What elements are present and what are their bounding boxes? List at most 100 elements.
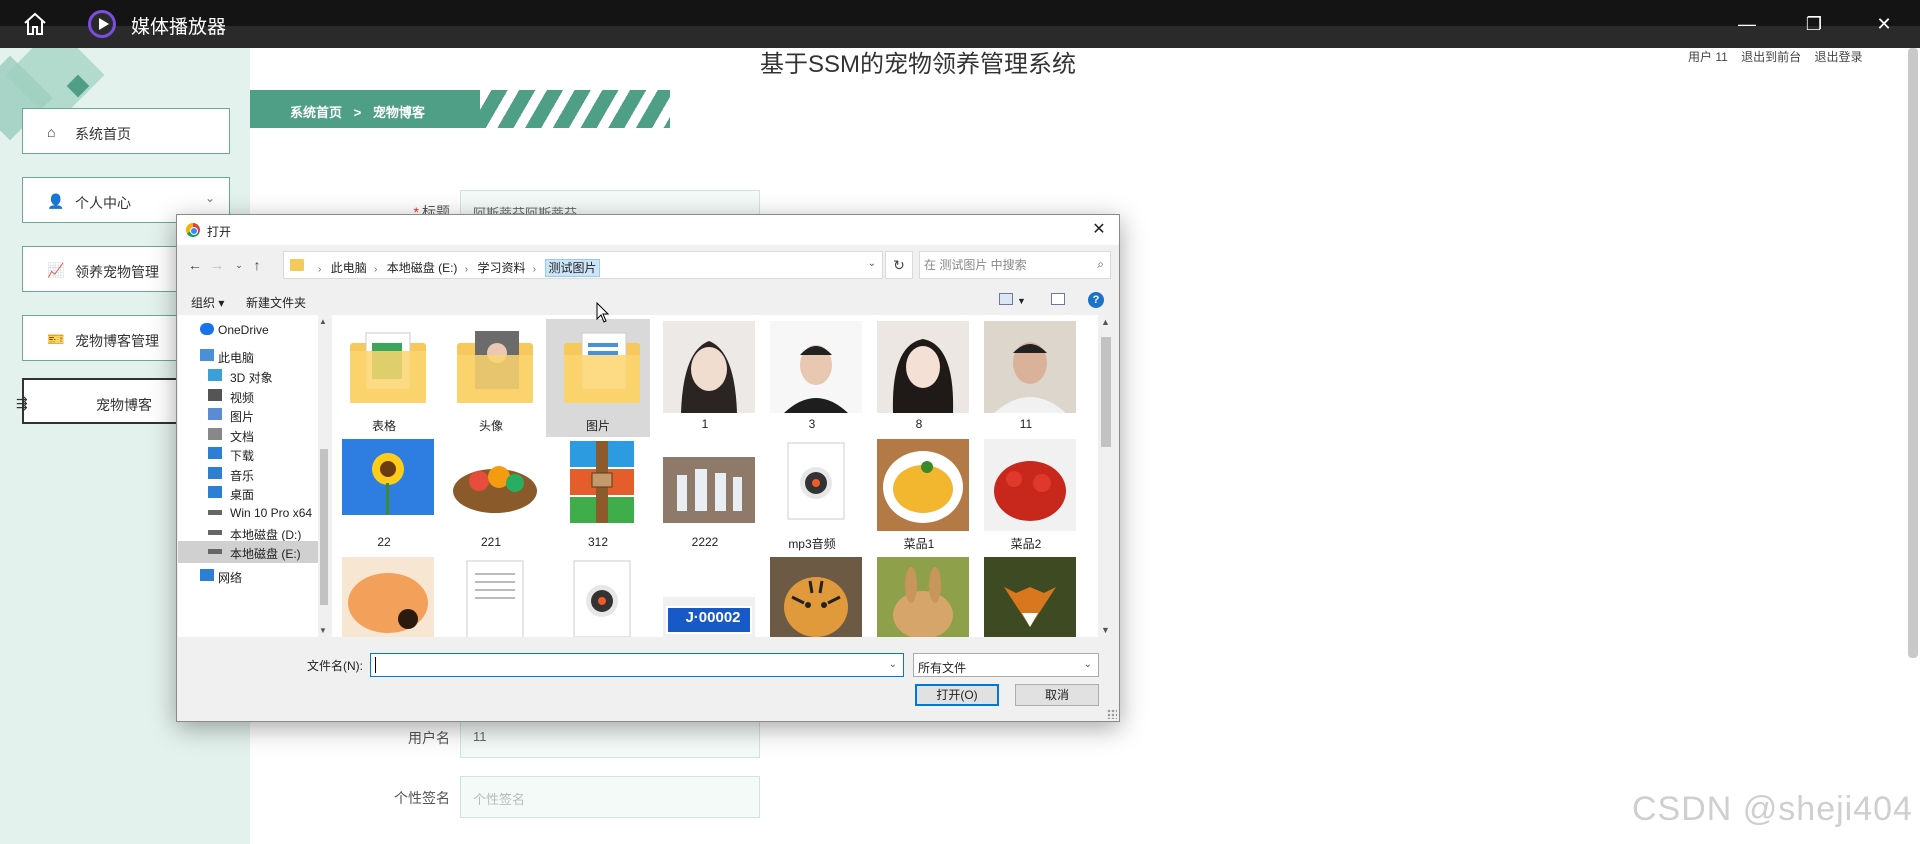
download-icon — [208, 447, 222, 459]
dialog-title: 打开 — [207, 225, 232, 239]
help-icon[interactable]: ? — [1088, 292, 1104, 308]
nav-item[interactable]: Win 10 Pro x64 — [178, 502, 323, 524]
open-button[interactable]: 打开(O) — [915, 684, 999, 706]
image-thumbnail — [984, 557, 1076, 637]
text-caret — [375, 657, 376, 673]
nav-item[interactable]: 图片 — [178, 404, 323, 426]
file-tile[interactable]: 22 — [332, 437, 436, 555]
nav-item[interactable]: 下载 — [178, 443, 323, 465]
watermark: CSDN @sheji404 — [1632, 790, 1913, 828]
filename-input[interactable]: ⌄ — [370, 653, 904, 677]
page-title: 基于SSM的宠物领养管理系统 — [760, 51, 1077, 78]
recent-dropdown-icon[interactable]: ⌄ — [229, 256, 249, 274]
scroll-down-icon[interactable]: ▼ — [1101, 625, 1110, 635]
breadcrumb-current: 宠物博客 — [372, 105, 425, 120]
path-segment[interactable]: 学习资料 — [477, 261, 525, 275]
file-tile[interactable] — [546, 555, 650, 637]
drive-icon — [208, 530, 222, 535]
sidebar-item-home[interactable]: ⌂ 系统首页 — [15, 108, 230, 163]
image-thumbnail — [877, 439, 969, 531]
nav-item[interactable]: 3D 对象 — [178, 365, 323, 387]
forward-arrow-icon[interactable]: → — [207, 256, 227, 274]
logout-link[interactable]: 退出登录 — [1815, 50, 1863, 64]
home-icon[interactable] — [22, 12, 48, 36]
search-input[interactable] — [924, 256, 1084, 274]
scroll-down-icon[interactable]: ▼ — [319, 626, 327, 635]
file-tile[interactable]: 221 — [439, 437, 543, 555]
nav-item[interactable]: 本地磁盘 (E:) — [178, 541, 323, 563]
new-folder-button[interactable]: 新建文件夹 — [246, 294, 306, 311]
path-segment[interactable]: 此电脑 — [331, 261, 367, 275]
file-tile[interactable]: 1 — [653, 319, 757, 437]
up-arrow-icon[interactable]: ↑ — [247, 256, 267, 274]
nav-item[interactable]: 桌面 — [178, 482, 323, 504]
resize-grip[interactable] — [1107, 709, 1117, 719]
file-tile[interactable]: mp3音频 — [760, 437, 864, 555]
page-scrollbar[interactable] — [1908, 48, 1918, 658]
file-tile[interactable]: 菜品1 — [867, 437, 971, 555]
file-tile[interactable]: 表格 — [332, 319, 436, 437]
restore-icon[interactable]: ❐ — [1800, 10, 1828, 38]
media-player-logo-icon — [88, 10, 116, 38]
back-to-frontend-link[interactable]: 退出到前台 — [1741, 50, 1801, 64]
username-field[interactable]: 11 — [460, 716, 760, 758]
path-segment-current[interactable]: 测试图片 — [545, 259, 600, 277]
file-name: 菜品1 — [903, 537, 935, 551]
path-segment[interactable]: 本地磁盘 (E:) — [387, 261, 458, 275]
search-icon[interactable]: ⌕ — [1097, 257, 1104, 272]
file-tile[interactable]: 图片 — [546, 319, 650, 437]
file-tile[interactable] — [974, 555, 1078, 637]
file-name: mp3音频 — [788, 537, 836, 551]
file-name: 2222 — [691, 535, 719, 549]
nav-item[interactable]: 网络 — [178, 565, 323, 587]
chevron-down-icon[interactable]: ▼ — [1017, 296, 1026, 306]
preview-pane-icon[interactable] — [1051, 293, 1065, 305]
header-links: 用户 11 退出到前台 退出登录 — [1688, 48, 1873, 65]
file-tile[interactable]: 菜品2 — [974, 437, 1078, 555]
network-icon — [200, 569, 214, 581]
image-thumbnail — [984, 439, 1076, 531]
file-tile[interactable]: 11 — [974, 319, 1078, 437]
scrollbar-thumb[interactable] — [320, 449, 328, 605]
scrollbar-thumb[interactable] — [1101, 337, 1111, 447]
nav-item[interactable]: OneDrive — [178, 319, 323, 341]
file-tile[interactable]: 2222 — [653, 437, 757, 555]
nav-item[interactable]: 此电脑 — [178, 345, 323, 367]
file-type-select[interactable]: 所有文件 ⌄ — [913, 653, 1099, 677]
image-thumbnail — [984, 321, 1076, 413]
image-thumbnail — [663, 457, 755, 523]
navigation-scrollbar[interactable]: ▲ ▼ — [318, 315, 330, 637]
scroll-up-icon[interactable]: ▲ — [319, 317, 327, 326]
refresh-icon[interactable]: ↻ — [885, 251, 913, 279]
signature-field[interactable]: 个性签名 — [460, 776, 760, 818]
file-tile[interactable] — [867, 555, 971, 637]
chevron-down-icon[interactable]: ⌄ — [868, 258, 876, 269]
file-name: 头像 — [478, 419, 503, 433]
image-thumbnail — [342, 557, 434, 637]
view-options-icon[interactable] — [999, 293, 1013, 305]
scroll-up-icon[interactable]: ▲ — [1101, 317, 1110, 327]
file-name: 菜品2 — [1010, 537, 1042, 551]
dialog-close-icon[interactable]: ✕ — [1087, 219, 1111, 241]
file-tile[interactable]: 头像 — [439, 319, 543, 437]
chevron-down-icon[interactable]: ⌄ — [889, 659, 897, 670]
chevron-down-icon: ⌄ — [204, 191, 215, 205]
file-tile[interactable]: 8 — [867, 319, 971, 437]
filename-label: 文件名(N): — [307, 659, 363, 673]
file-tile[interactable]: 312 — [546, 437, 650, 555]
close-window-icon[interactable]: ✕ — [1870, 10, 1898, 38]
breadcrumb-home[interactable]: 系统首页 — [290, 105, 342, 120]
address-bar[interactable]: › 此电脑 › 本地磁盘 (E:) › 学习资料 › 测试图片 ⌄ — [283, 251, 883, 279]
file-tile[interactable] — [439, 555, 543, 637]
organize-button[interactable]: 组织 ▾ — [191, 294, 224, 311]
file-tile[interactable]: J·00002 — [653, 555, 757, 637]
file-tile[interactable]: 3 — [760, 319, 864, 437]
document-icon — [208, 428, 222, 440]
file-tile[interactable] — [760, 555, 864, 637]
back-arrow-icon[interactable]: ← — [185, 256, 205, 274]
cancel-button[interactable]: 取消 — [1015, 684, 1099, 706]
search-box[interactable]: ⌕ — [919, 251, 1111, 279]
minimize-icon[interactable]: — — [1733, 10, 1761, 38]
file-tile[interactable] — [332, 555, 436, 637]
file-list-scrollbar[interactable]: ▲ ▼ — [1098, 315, 1114, 637]
